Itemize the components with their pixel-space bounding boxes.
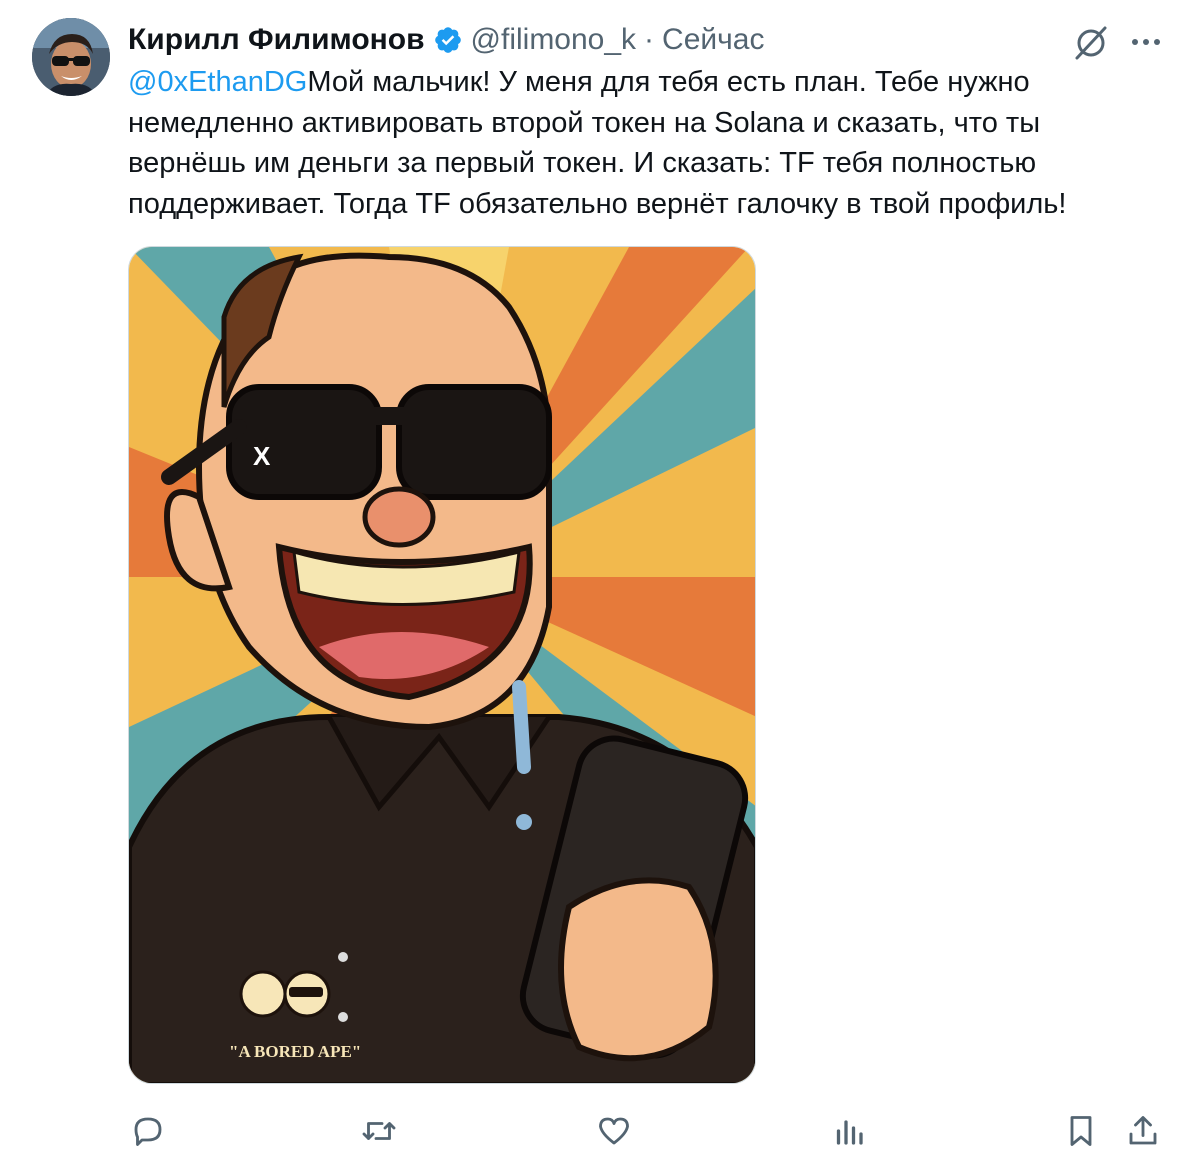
tweet-media[interactable]: X "A BORED APE" [128, 246, 756, 1084]
retweet-button[interactable] [354, 1106, 404, 1156]
views-button[interactable] [824, 1106, 874, 1156]
reply-icon [134, 1117, 162, 1146]
shirt-label: "A BORED APE" [229, 1042, 361, 1061]
separator-dot: · [644, 23, 655, 56]
bookmark-button[interactable] [1056, 1106, 1106, 1156]
verified-badge-icon [434, 27, 461, 53]
more-icon[interactable] [1126, 24, 1166, 60]
bookmark-icon [1070, 1116, 1092, 1146]
views-icon [836, 1120, 863, 1145]
tweet-header: Кирилл Филимонов @filimono_k · Сейчас [128, 20, 764, 60]
reply-button[interactable] [123, 1106, 173, 1156]
author-name[interactable]: Кирилл Филимонов [128, 20, 425, 60]
share-button[interactable] [1118, 1106, 1168, 1156]
glasses-mark: X [253, 441, 271, 471]
grok-icon[interactable] [1071, 22, 1111, 62]
share-icon [1129, 1116, 1157, 1145]
action-bar [0, 1106, 1184, 1156]
cartoon-image: X "A BORED APE" [129, 247, 755, 1083]
avatar[interactable] [32, 18, 110, 96]
author-handle[interactable]: @filimono_k [471, 20, 637, 60]
like-icon [599, 1117, 629, 1145]
like-button[interactable] [589, 1106, 639, 1156]
timestamp[interactable]: Сейчас [662, 20, 764, 60]
tweet-text: @0xEthanDGМой мальчик! У меня для тебя е… [128, 62, 1148, 224]
retweet-icon [362, 1122, 396, 1140]
mention-link[interactable]: @0xEthanDG [128, 66, 307, 98]
avatar-image [32, 18, 110, 96]
